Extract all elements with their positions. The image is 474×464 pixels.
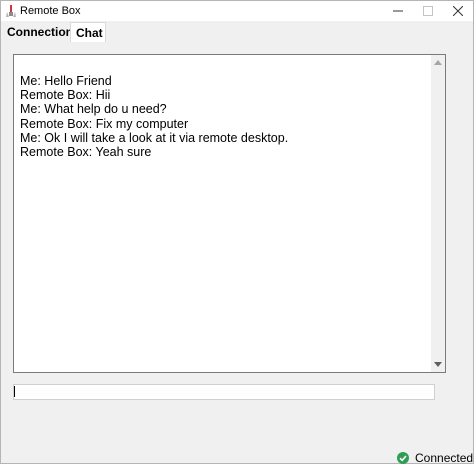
close-icon (453, 6, 463, 16)
chat-message: Me: Hello Friend (20, 74, 112, 88)
status-label: Connected (415, 451, 474, 464)
minimize-button[interactable] (383, 1, 413, 21)
check-circle-icon (397, 452, 409, 464)
minimize-icon (393, 10, 403, 12)
connection-status: Connected (397, 451, 473, 464)
scroll-up-arrow-icon[interactable] (434, 60, 442, 65)
tab-connection[interactable]: Connection (2, 22, 73, 42)
message-input[interactable] (13, 384, 435, 400)
close-button[interactable] (443, 1, 473, 21)
app-window: Remote Box Connection Chat Me: Hello Fri… (0, 0, 474, 464)
chat-message: Remote Box: Fix my computer (20, 116, 189, 131)
text-caret (14, 386, 15, 397)
scroll-down-arrow-icon[interactable] (434, 362, 442, 367)
chat-log[interactable]: Me: Hello Friend Remote Box: Hii Me: Wha… (13, 54, 446, 373)
tab-chat[interactable]: Chat (70, 22, 106, 42)
maximize-button[interactable] (413, 1, 443, 21)
chat-message: Remote Box: Hii (20, 88, 111, 103)
chat-message: Me: What help do u need? (20, 102, 167, 117)
chat-message: Remote Box: Yeah sure (20, 145, 152, 160)
title-bar[interactable]: Remote Box (1, 1, 473, 21)
message-list: Me: Hello Friend Remote Box: Hii Me: Wha… (20, 74, 420, 159)
chat-message: Me: Ok I will take a look at it via remo… (20, 130, 289, 145)
window-title: Remote Box (20, 5, 81, 17)
maximize-icon (423, 6, 433, 16)
tab-bar: Connection Chat (1, 22, 473, 42)
app-icon (6, 5, 16, 17)
vertical-scrollbar[interactable] (431, 55, 445, 372)
